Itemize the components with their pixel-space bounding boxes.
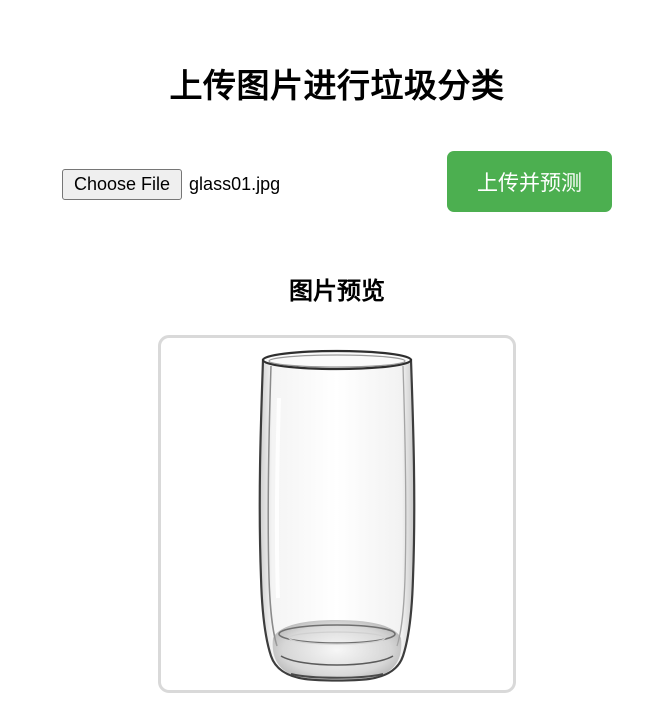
drinking-glass-image — [258, 349, 416, 682]
preview-image-frame — [158, 335, 516, 693]
file-input[interactable]: Choose File glass01.jpg — [62, 169, 280, 200]
choose-file-button[interactable]: Choose File — [62, 169, 183, 200]
page: 上传图片进行垃圾分类 Choose File glass01.jpg 上传并预测… — [0, 0, 650, 726]
selected-file-name: glass01.jpg — [189, 174, 281, 194]
upload-form: Choose File glass01.jpg 上传并预测 — [62, 151, 612, 212]
page-title: 上传图片进行垃圾分类 — [169, 66, 505, 105]
preview-heading: 图片预览 — [289, 277, 385, 305]
upload-predict-button[interactable]: 上传并预测 — [447, 151, 612, 212]
